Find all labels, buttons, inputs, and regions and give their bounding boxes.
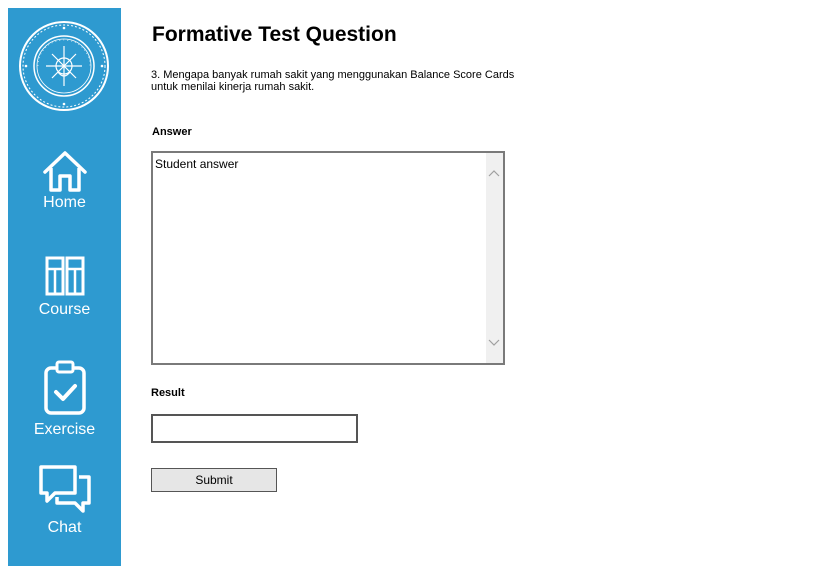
chevron-down-icon[interactable] — [487, 335, 501, 349]
submit-button[interactable]: Submit — [151, 468, 277, 492]
page-title: Formative Test Question — [152, 23, 397, 46]
question-line: 3. Mengapa banyak rumah sakit yang mengg… — [151, 69, 515, 81]
sidebar-item-home[interactable]: Home — [8, 148, 121, 212]
chat-icon — [38, 465, 91, 513]
sidebar-item-label: Home — [43, 194, 86, 211]
sidebar-item-label: Course — [38, 301, 91, 318]
answer-scrollbar[interactable] — [486, 153, 503, 363]
answer-label: Answer — [152, 126, 192, 138]
sidebar-item-chat[interactable]: Chat — [8, 463, 121, 537]
sidebar-item-label: Chat — [47, 519, 82, 536]
sidebar-item-course[interactable]: Course — [8, 255, 121, 319]
result-field[interactable] — [151, 414, 358, 443]
result-label: Result — [151, 387, 185, 399]
home-icon — [42, 151, 87, 192]
answer-textarea[interactable]: Student answer — [151, 151, 505, 365]
sidebar: Home Course Exercise Chat — [8, 8, 121, 566]
sidebar-item-exercise[interactable]: Exercise — [8, 360, 121, 439]
chevron-up-icon[interactable] — [487, 167, 501, 181]
question-line: untuk menilai kinerja rumah sakit. — [151, 81, 315, 93]
answer-text: Student answer — [155, 157, 239, 171]
sidebar-item-label: Exercise — [33, 421, 96, 438]
university-seal-logo — [18, 20, 110, 112]
book-icon — [45, 256, 84, 296]
question-text: 3. Mengapa banyak rumah sakit yang mengg… — [151, 69, 621, 93]
clipboard-check-icon — [43, 360, 86, 415]
